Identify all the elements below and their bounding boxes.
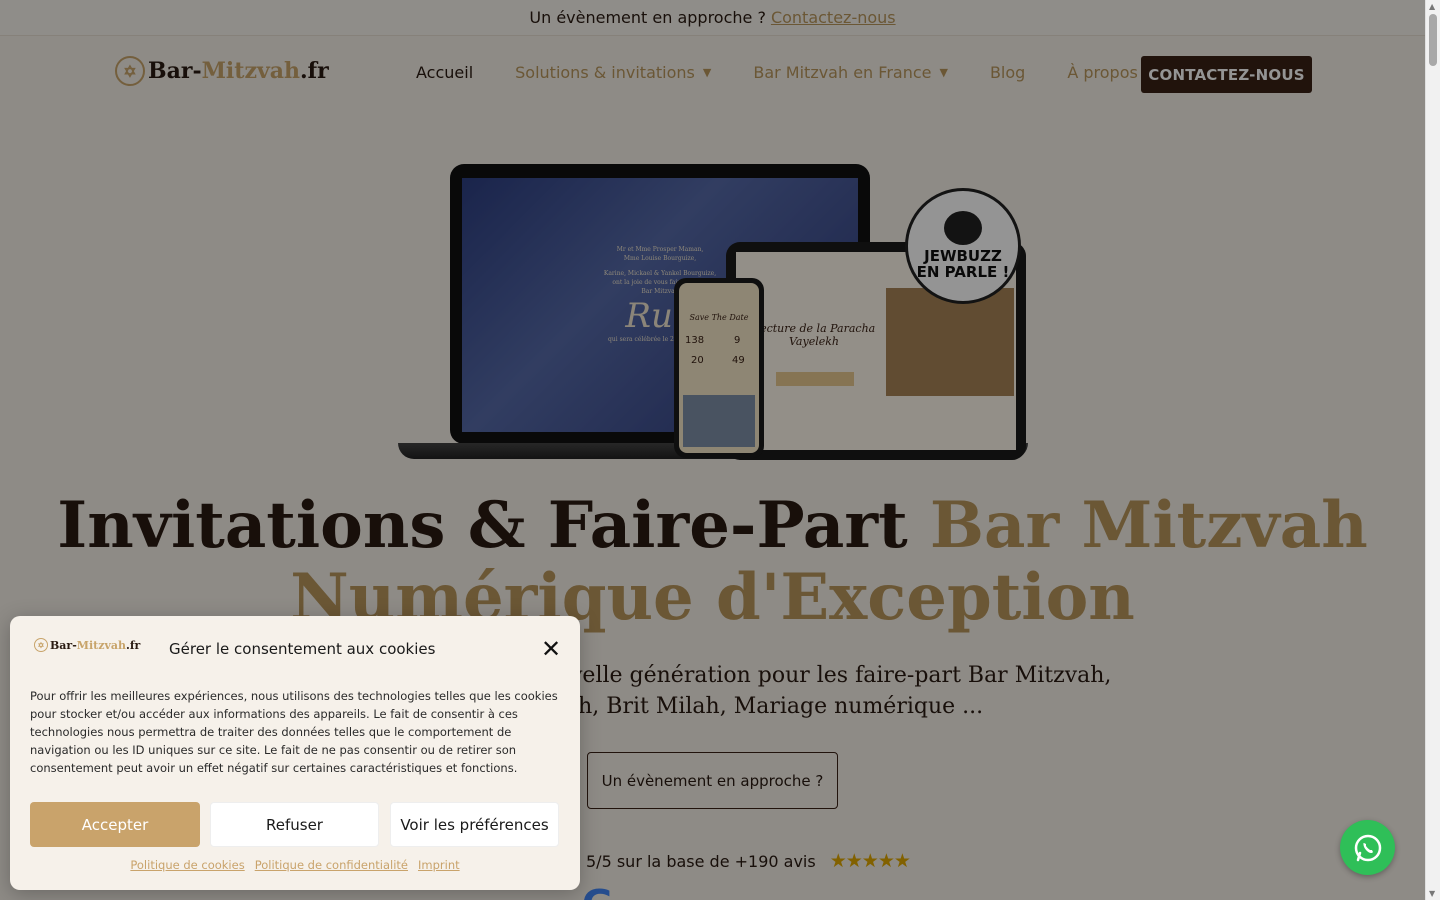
rating-summary: 5/5 sur la base de +190 avis ★★★★★ xyxy=(586,850,911,872)
privacy-policy-link[interactable]: Politique de confidentialité xyxy=(255,858,408,872)
phone-title: Save The Date xyxy=(689,313,749,322)
chevron-down-icon: ▼ xyxy=(702,66,712,79)
page-scrollbar[interactable]: ▲ ▼ xyxy=(1425,0,1440,900)
nav-item-a-propos[interactable]: À propos xyxy=(1067,63,1137,82)
cookie-description: Pour offrir les meilleures expériences, … xyxy=(30,689,558,775)
badge-line2: EN PARLE ! xyxy=(916,263,1010,281)
rabbi-face-icon xyxy=(944,211,982,246)
logo-text-part2: Mitzvah xyxy=(201,58,300,84)
jewbuzz-badge: JEWBUZZ EN PARLE ! xyxy=(905,188,1021,304)
logo-text-part3: .fr xyxy=(126,638,141,652)
cookie-links: Politique de cookies Politique de confid… xyxy=(10,858,580,872)
logo-text-part2: Mitzvah xyxy=(76,638,126,652)
site-logo[interactable]: ✡ Bar- Mitzvah .fr xyxy=(115,56,329,86)
nav-item-bar-mitzvah-france[interactable]: Bar Mitzvah en France ▼ xyxy=(753,63,948,82)
nav-item-blog[interactable]: Blog xyxy=(990,63,1025,82)
tablet-image xyxy=(886,288,1014,396)
contact-us-button[interactable]: CONTACTEZ-NOUS xyxy=(1141,56,1312,93)
nav-label: Solutions & invitations xyxy=(515,63,695,82)
chevron-down-icon: ▼ xyxy=(939,66,948,79)
nav-label: Blog xyxy=(989,63,1026,82)
nav-item-solutions[interactable]: Solutions & invitations ▼ xyxy=(515,63,711,82)
scroll-down-arrow-icon[interactable]: ▼ xyxy=(1429,889,1435,898)
nav-label: Bar Mitzvah en France xyxy=(753,63,932,82)
cookie-policy-link[interactable]: Politique de cookies xyxy=(130,858,244,872)
tablet-button xyxy=(776,372,854,386)
refuse-button[interactable]: Refuser xyxy=(210,802,379,847)
star-of-david-icon: ✡ xyxy=(34,638,48,652)
phone-count: 138 xyxy=(685,335,705,346)
accept-button[interactable]: Accepter xyxy=(30,802,200,847)
cookie-logo: ✡ Bar- Mitzvah .fr xyxy=(34,638,140,652)
google-logo: G xyxy=(582,882,613,900)
rating-stars-icon: ★★★★★ xyxy=(829,850,911,872)
scroll-thumb[interactable] xyxy=(1429,14,1437,66)
close-icon[interactable]: ✕ xyxy=(541,637,561,661)
phone-count: 49 xyxy=(732,355,745,366)
announcement-contact-link[interactable]: Contactez-nous xyxy=(771,8,896,27)
scroll-up-arrow-icon[interactable]: ▲ xyxy=(1429,2,1435,11)
nav-label: À propos xyxy=(1067,63,1138,82)
event-coming-button[interactable]: Un évènement en approche ? xyxy=(587,752,838,809)
whatsapp-button[interactable] xyxy=(1340,820,1395,875)
tablet-title: Lecture de la Paracha Vayelekh xyxy=(752,322,876,348)
logo-text-part3: .fr xyxy=(299,58,329,84)
hero-title-dark: Invitations & Faire-Part xyxy=(57,488,930,563)
imprint-link[interactable]: Imprint xyxy=(418,858,460,872)
announcement-bar: Un évènement en approche ? Contactez-nou… xyxy=(0,0,1425,36)
phone-mockup: Save The Date 138 9 20 49 xyxy=(674,278,764,458)
announcement-text: Un évènement en approche ? xyxy=(529,8,766,27)
hero-devices-mockup: Mr et Mme Prosper Maman, Mme Louise Bour… xyxy=(398,160,1028,462)
logo-text-part1: Bar- xyxy=(148,58,202,84)
logo-text-part1: Bar- xyxy=(50,638,77,652)
star-of-david-icon: ✡ xyxy=(115,56,145,86)
phone-photo xyxy=(683,395,755,447)
rating-text: 5/5 sur la base de +190 avis xyxy=(586,851,816,871)
cookie-consent-dialog: ✡ Bar- Mitzvah .fr Gérer le consentement… xyxy=(10,616,580,890)
phone-count: 9 xyxy=(734,335,741,346)
cookie-title: Gérer le consentement aux cookies xyxy=(169,640,436,658)
main-nav: Accueil Solutions & invitations ▼ Bar Mit… xyxy=(416,63,1180,82)
site-header: ✡ Bar- Mitzvah .fr Accueil Solutions & i… xyxy=(0,36,1425,113)
nav-label: Accueil xyxy=(416,63,474,82)
nav-item-accueil[interactable]: Accueil xyxy=(416,63,473,82)
phone-count: 20 xyxy=(691,355,704,366)
preferences-button[interactable]: Voir les préférences xyxy=(390,802,559,847)
whatsapp-icon xyxy=(1354,834,1381,861)
hero-title: Invitations & Faire-Part Bar Mitzvah Num… xyxy=(0,490,1425,634)
